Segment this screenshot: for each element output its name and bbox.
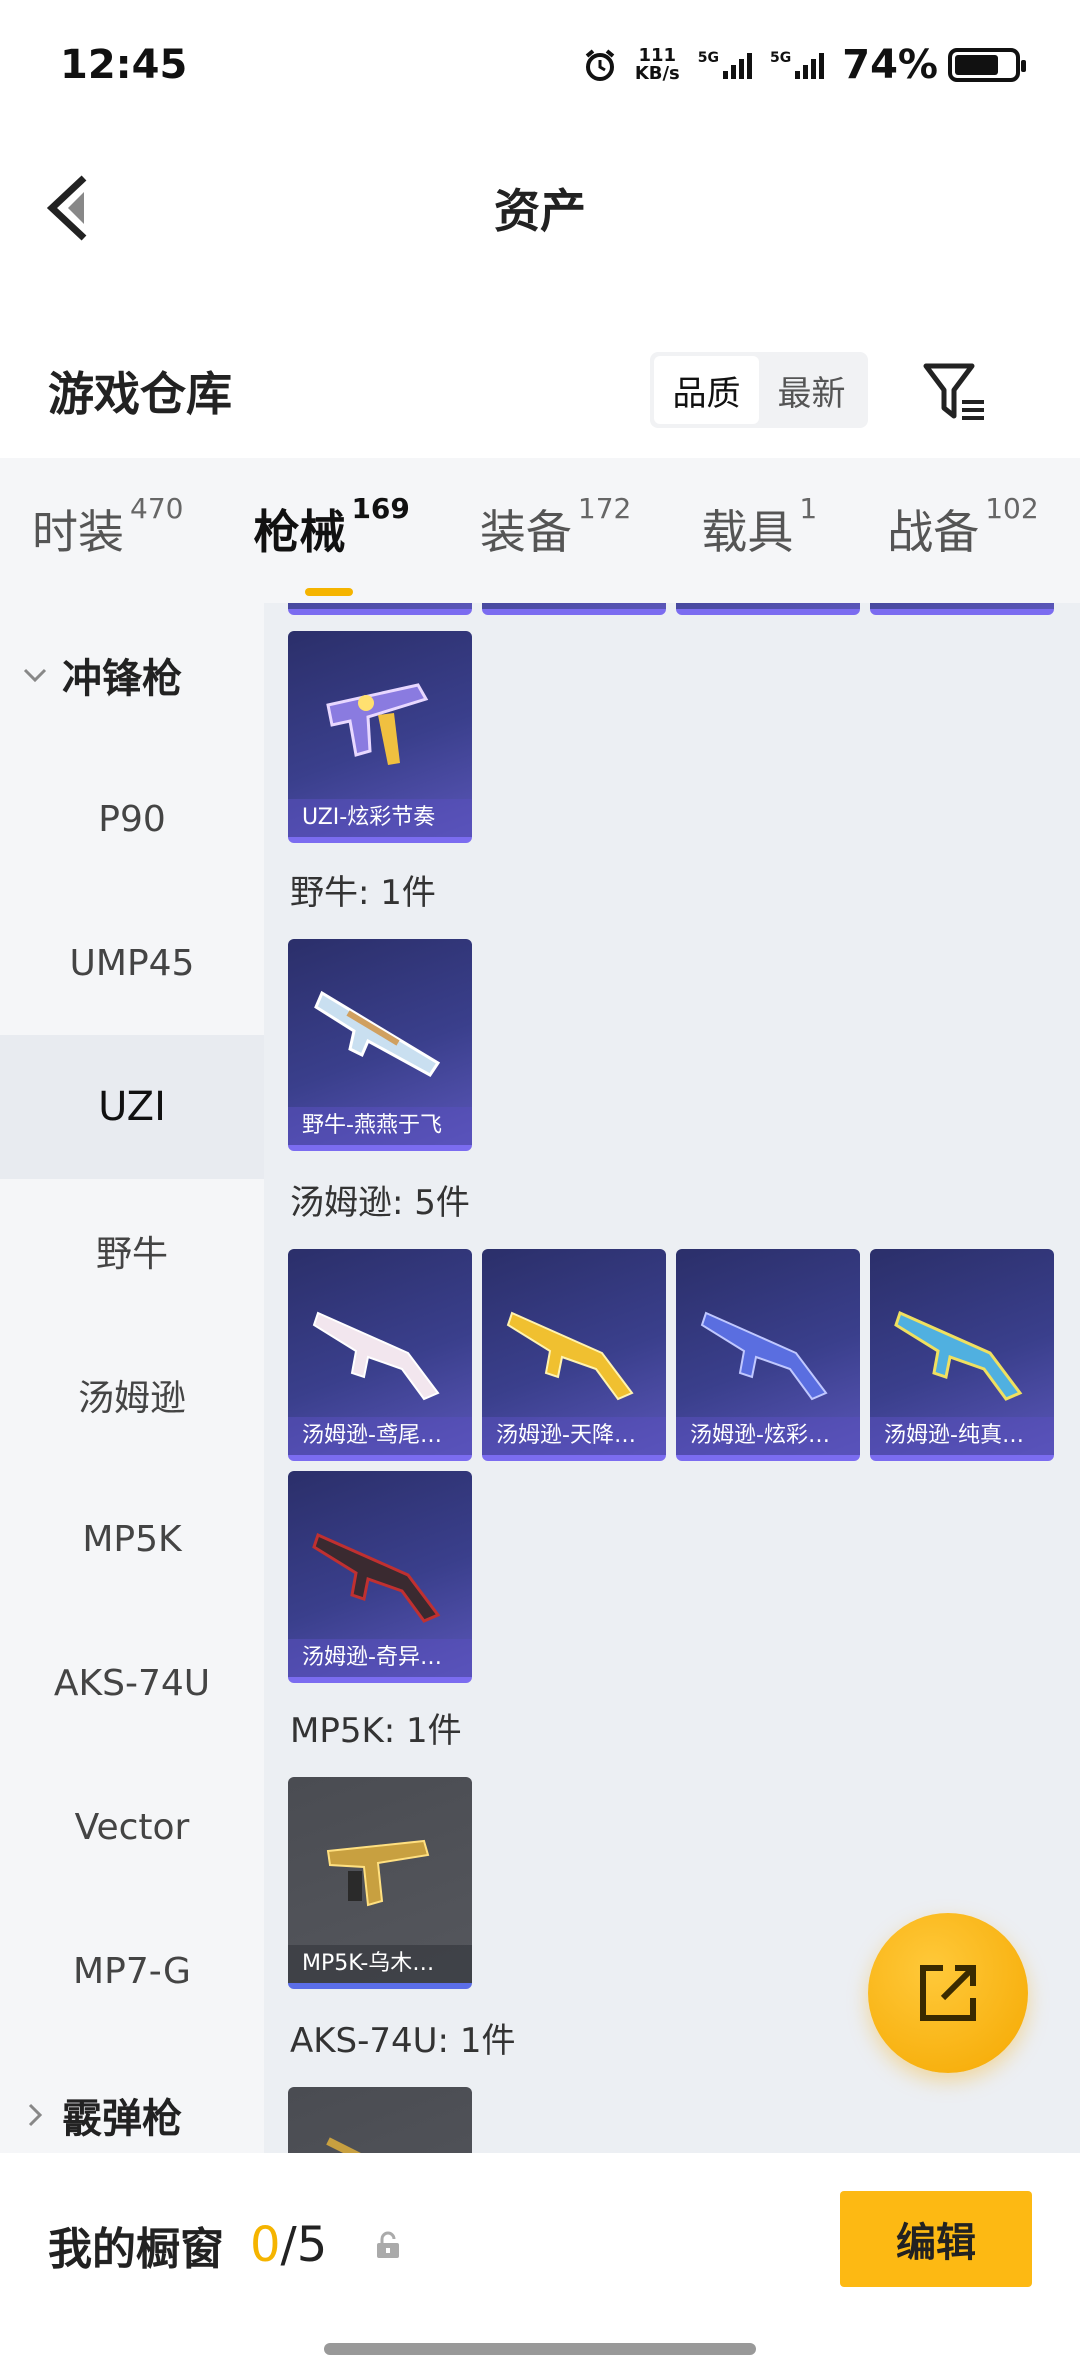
sidebar-group-label: 霰弹枪 <box>62 2096 182 2142</box>
alarm-icon <box>585 49 615 81</box>
weapon-card-label: 汤姆逊-鸢尾… <box>288 1417 472 1455</box>
tab-label: 枪械 <box>253 504 346 559</box>
tab-vehicles[interactable]: 载具 1 <box>701 492 817 566</box>
weapon-card-label: UZI-炫彩节奏 <box>288 799 472 837</box>
group-label-bizon: 野牛: 1件 <box>290 873 436 913</box>
tab-count: 172 <box>577 491 632 525</box>
share-fab-button[interactable] <box>868 1913 1028 2073</box>
sidebar-item-aks74u[interactable]: AKS-74U <box>0 1611 264 1755</box>
weapon-card[interactable]: MP5K-乌木… <box>288 1777 472 1989</box>
sidebar-item-p90[interactable]: P90 <box>0 747 264 891</box>
bizon-icon <box>314 990 441 1077</box>
weapon-card[interactable]: 汤姆逊-天降… <box>482 1249 666 1461</box>
header: 资产 <box>0 130 1080 280</box>
mp5k-icon <box>326 1839 430 1907</box>
battery-icon <box>948 48 1026 82</box>
showcase-count: 0/5 <box>250 2217 327 2273</box>
weapon-card[interactable]: 汤姆逊-炫彩… <box>676 1249 860 1461</box>
filter-icon[interactable] <box>920 358 990 428</box>
group-label-mp5k: MP5K: 1件 <box>290 1711 462 1751</box>
net-speed-unit: KB/s <box>634 63 680 84</box>
signal-label-1: 5G <box>697 50 720 66</box>
category-tabs: 时装 470 枪械 169 装备 172 载具 1 战备 102 <box>0 458 1080 603</box>
weapon-card[interactable]: 汤姆逊-奇异… <box>288 1471 472 1683</box>
battery-percent: 74% <box>842 42 938 88</box>
thompson-icon <box>700 1311 828 1401</box>
net-speed: 111 KB/s <box>635 47 680 83</box>
tab-label: 战备 <box>887 504 980 559</box>
thompson-icon <box>312 1311 440 1401</box>
tab-count: 1 <box>799 491 818 525</box>
sidebar-item-ump45[interactable]: UMP45 <box>0 891 264 1035</box>
status-time: 12:45 <box>60 42 188 88</box>
sort-quality-button[interactable]: 品质 <box>654 356 759 424</box>
warehouse-title: 游戏仓库 <box>48 367 232 421</box>
weapon-card[interactable]: 汤姆逊-鸢尾… <box>288 1249 472 1461</box>
chevron-down-icon <box>23 668 47 683</box>
weapon-card-label: 野牛-燕燕于飞 <box>288 1107 472 1145</box>
uzi-icon <box>326 683 429 765</box>
sidebar-group-smg[interactable]: 冲锋枪 <box>0 603 264 747</box>
sidebar-group-label: 冲锋枪 <box>62 656 182 702</box>
weapon-card-label: 汤姆逊-奇异… <box>288 1639 472 1677</box>
weapon-card[interactable]: 野牛-燕燕于飞 <box>288 939 472 1151</box>
sort-newest-button[interactable]: 最新 <box>759 356 864 424</box>
weapon-card-label: 汤姆逊-炫彩… <box>676 1417 860 1455</box>
sidebar-item-mp7g[interactable]: MP7-G <box>0 1899 264 2043</box>
signal-icon: 5G <box>697 50 753 79</box>
status-icons: 111 KB/s 5G 5G 74% <box>583 42 1026 88</box>
weapon-card-label: MP5K-乌木… <box>288 1945 472 1983</box>
thompson-icon <box>894 1310 1023 1401</box>
tab-guns[interactable]: 枪械 169 <box>253 492 410 596</box>
tab-equipment[interactable]: 装备 172 <box>479 492 631 566</box>
sidebar-item-bizon[interactable]: 野牛 <box>0 1179 264 1323</box>
weapon-card-partial[interactable] <box>676 603 860 615</box>
weapon-card-label: 汤姆逊-天降… <box>482 1417 666 1455</box>
tab-supplies[interactable]: 战备 102 <box>887 492 1038 566</box>
sidebar-item-vector[interactable]: Vector <box>0 1755 264 1899</box>
weapon-card-partial[interactable] <box>288 603 472 615</box>
weapon-card[interactable]: UZI-炫彩节奏 <box>288 631 472 843</box>
showcase-total: /5 <box>280 2217 328 2273</box>
thompson-icon <box>506 1311 634 1401</box>
edit-button[interactable]: 编辑 <box>840 2191 1032 2287</box>
page-title: 资产 <box>494 184 586 238</box>
tab-count: 169 <box>351 491 410 525</box>
thompson-icon <box>312 1532 441 1623</box>
tab-count: 102 <box>985 491 1039 525</box>
weapon-type-sidebar: 冲锋枪 P90 UMP45 UZI 野牛 汤姆逊 MP5K AKS-74U Ve… <box>0 603 264 2153</box>
battery-fill <box>955 55 998 75</box>
showcase: 我的橱窗 0/5 <box>48 2213 403 2277</box>
weapon-card[interactable]: 汤姆逊-纯真… <box>870 1249 1054 1461</box>
weapon-card-partial[interactable] <box>482 603 666 615</box>
signal-label-2: 5G <box>770 50 792 66</box>
sort-toggle: 品质 最新 <box>650 352 868 428</box>
showcase-bar: 我的橱窗 0/5 编辑 <box>0 2153 1080 2376</box>
sidebar-item-uzi[interactable]: UZI <box>0 1035 264 1179</box>
weapon-card-partial[interactable] <box>288 2087 472 2153</box>
warehouse-header: 游戏仓库 品质 最新 <box>0 330 1080 450</box>
tab-count: 470 <box>130 491 184 525</box>
battery: 74% <box>842 42 1026 88</box>
tab-fashion[interactable]: 时装 470 <box>32 492 183 566</box>
showcase-count-value: 0 <box>250 2217 281 2273</box>
lock-icon <box>377 2231 400 2258</box>
share-icon <box>920 1965 976 2021</box>
signal-icon-2: 5G <box>770 50 825 79</box>
status-bar: 12:45 111 KB/s 5G 5G 74% <box>0 0 1080 130</box>
group-label-aks74u: AKS-74U: 1件 <box>290 2021 516 2061</box>
group-label-thompson: 汤姆逊: 5件 <box>290 1183 470 1223</box>
tab-label: 时装 <box>32 504 124 559</box>
sidebar-item-mp5k[interactable]: MP5K <box>0 1467 264 1611</box>
chevron-right-icon <box>28 2103 43 2127</box>
showcase-label: 我的橱窗 <box>48 2224 224 2275</box>
home-indicator[interactable] <box>324 2343 756 2355</box>
weapon-card-partial[interactable] <box>870 603 1054 615</box>
sidebar-item-thompson[interactable]: 汤姆逊 <box>0 1323 264 1467</box>
weapon-card-label: 汤姆逊-纯真… <box>870 1417 1054 1455</box>
tab-label: 装备 <box>479 504 572 559</box>
aks74u-icon <box>326 2137 361 2153</box>
tab-label: 载具 <box>701 504 794 559</box>
